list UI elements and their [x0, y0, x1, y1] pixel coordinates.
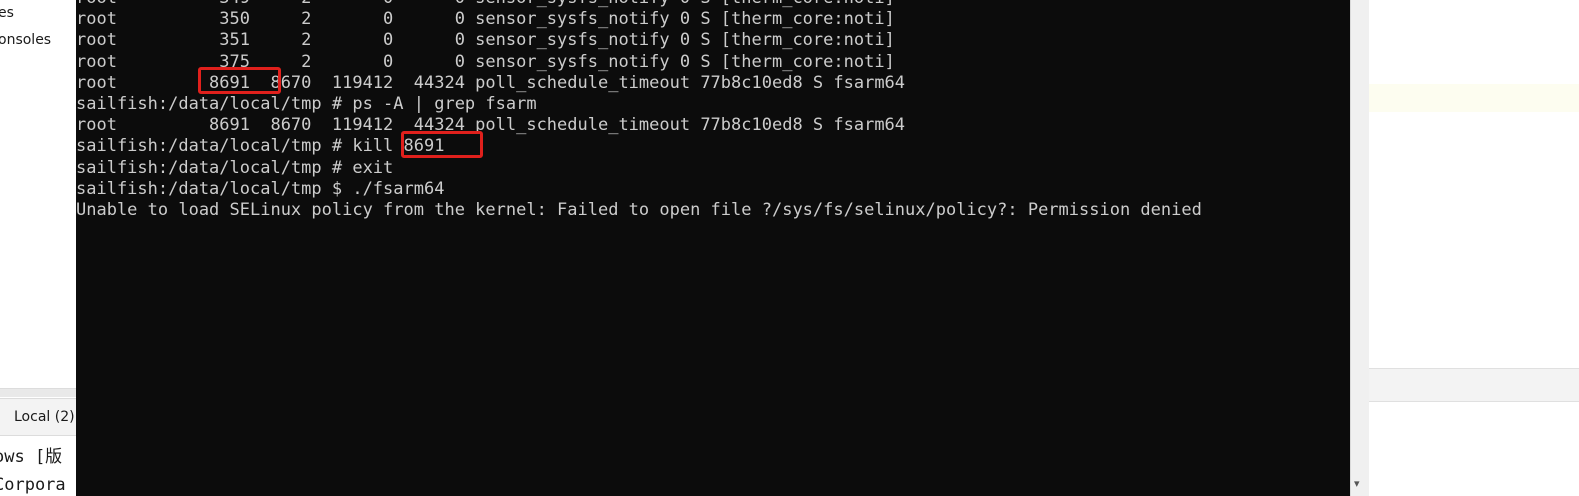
- terminal-line: root 8691 8670 119412 44324 poll_schedul…: [76, 115, 906, 136]
- sidebar-item-consoles[interactable]: onsoles: [0, 32, 51, 48]
- terminal-line: sailfish:/data/local/tmp # kill 8691: [76, 136, 445, 157]
- kill-pid-highlight-box: [401, 131, 483, 158]
- panel-divider: [1368, 368, 1579, 402]
- terminal-line: root 351 2 0 0 sensor_sysfs_notify 0 S […: [76, 30, 895, 51]
- tab-local-2[interactable]: Local (2): [14, 409, 75, 425]
- current-line-highlight: [1368, 84, 1579, 112]
- console-line: Corpora: [0, 475, 66, 495]
- terminal-line: Unable to load SELinux policy from the k…: [76, 199, 1202, 220]
- terminal-line: root 350 2 0 0 sensor_sysfs_notify 0 S […: [76, 9, 895, 30]
- sidebar-item[interactable]: es: [0, 5, 14, 21]
- chevron-down-icon[interactable]: ▾: [1354, 477, 1360, 490]
- console-line: ows [版: [0, 447, 63, 467]
- editor-background: [1368, 0, 1579, 496]
- terminal-window[interactable]: root 349 2 0 0 sensor_sysfs_notify 0 S […: [76, 0, 1368, 496]
- horizontal-scrollbar[interactable]: [0, 388, 76, 397]
- terminal-scrollbar[interactable]: ▾: [1350, 0, 1369, 496]
- terminal-output[interactable]: root 349 2 0 0 sensor_sysfs_notify 0 S […: [76, 0, 1202, 221]
- terminal-line: sailfish:/data/local/tmp # exit: [76, 157, 394, 178]
- terminal-line: sailfish:/data/local/tmp $ ./fsarm64: [76, 178, 445, 199]
- terminal-line: root 349 2 0 0 sensor_sysfs_notify 0 S […: [76, 0, 1202, 9]
- terminal-tab-bar: Local (2): [0, 398, 76, 436]
- terminal-line: sailfish:/data/local/tmp # ps -A | grep …: [76, 93, 537, 114]
- pid-highlight-box: [198, 67, 281, 94]
- project-sidebar: es onsoles Local (2) ows [版 Corpora: [0, 0, 76, 496]
